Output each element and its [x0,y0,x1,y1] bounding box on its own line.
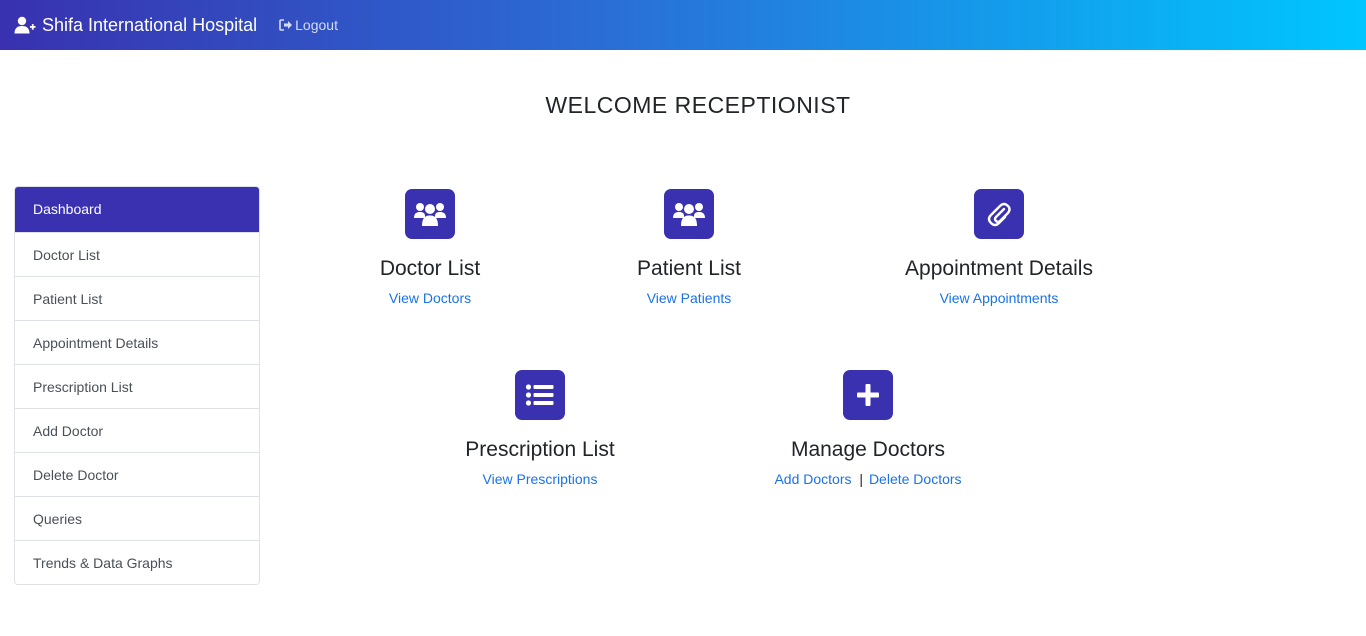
add-doctors-link[interactable]: Add Doctors [774,471,851,487]
prescription-list-card: Prescription List View Prescriptions [440,370,640,489]
link-separator: | [859,471,864,487]
sidebar-item-patient-list[interactable]: Patient List [15,276,259,320]
plus-icon [843,370,893,420]
sidebar-item-appointment-details[interactable]: Appointment Details [15,320,259,364]
appointment-details-title: Appointment Details [905,257,1093,280]
brand[interactable]: Shifa International Hospital [14,15,257,36]
logout-label: Logout [295,17,338,33]
sidebar-item-trends[interactable]: Trends & Data Graphs [15,540,259,584]
welcome-heading: WELCOME RECEPTIONIST [545,92,851,118]
paperclip-icon [974,189,1024,239]
view-doctors-link[interactable]: View Doctors [389,290,471,306]
delete-doctors-link[interactable]: Delete Doctors [869,471,962,487]
view-patients-link[interactable]: View Patients [647,290,732,306]
manage-doctors-links: Add Doctors | Delete Doctors [758,471,978,487]
top-navbar: Shifa International Hospital Logout [0,0,1366,50]
patient-list-title: Patient List [637,257,741,280]
manage-doctors-title: Manage Doctors [790,438,946,461]
sidebar: Dashboard Doctor List Patient List Appoi… [14,186,260,585]
sidebar-item-queries[interactable]: Queries [15,496,259,540]
sidebar-item-delete-doctor[interactable]: Delete Doctor [15,452,259,496]
list-icon [515,370,565,420]
view-appointments-link[interactable]: View Appointments [940,290,1059,306]
users-icon [664,189,714,239]
sidebar-item-add-doctor[interactable]: Add Doctor [15,408,259,452]
brand-name: Shifa International Hospital [42,14,258,35]
users-icon [405,189,455,239]
sidebar-item-doctor-list[interactable]: Doctor List [15,232,259,276]
doctor-list-card: Doctor List View Doctors [330,189,530,308]
sidebar-item-prescription-list[interactable]: Prescription List [15,364,259,408]
sidebar-item-dashboard[interactable]: Dashboard [15,187,259,232]
patient-list-card: Patient List View Patients [589,189,789,308]
logout-link[interactable]: Logout [279,17,338,33]
sign-out-icon [279,19,293,31]
appointment-details-card: Appointment Details View Appointments [874,189,1124,308]
prescription-list-title: Prescription List [465,438,615,461]
view-prescriptions-link[interactable]: View Prescriptions [483,471,598,487]
user-plus-icon [14,16,36,34]
doctor-list-title: Doctor List [379,257,481,280]
manage-doctors-card: Manage Doctors Add Doctors | Delete Doct… [758,370,978,487]
